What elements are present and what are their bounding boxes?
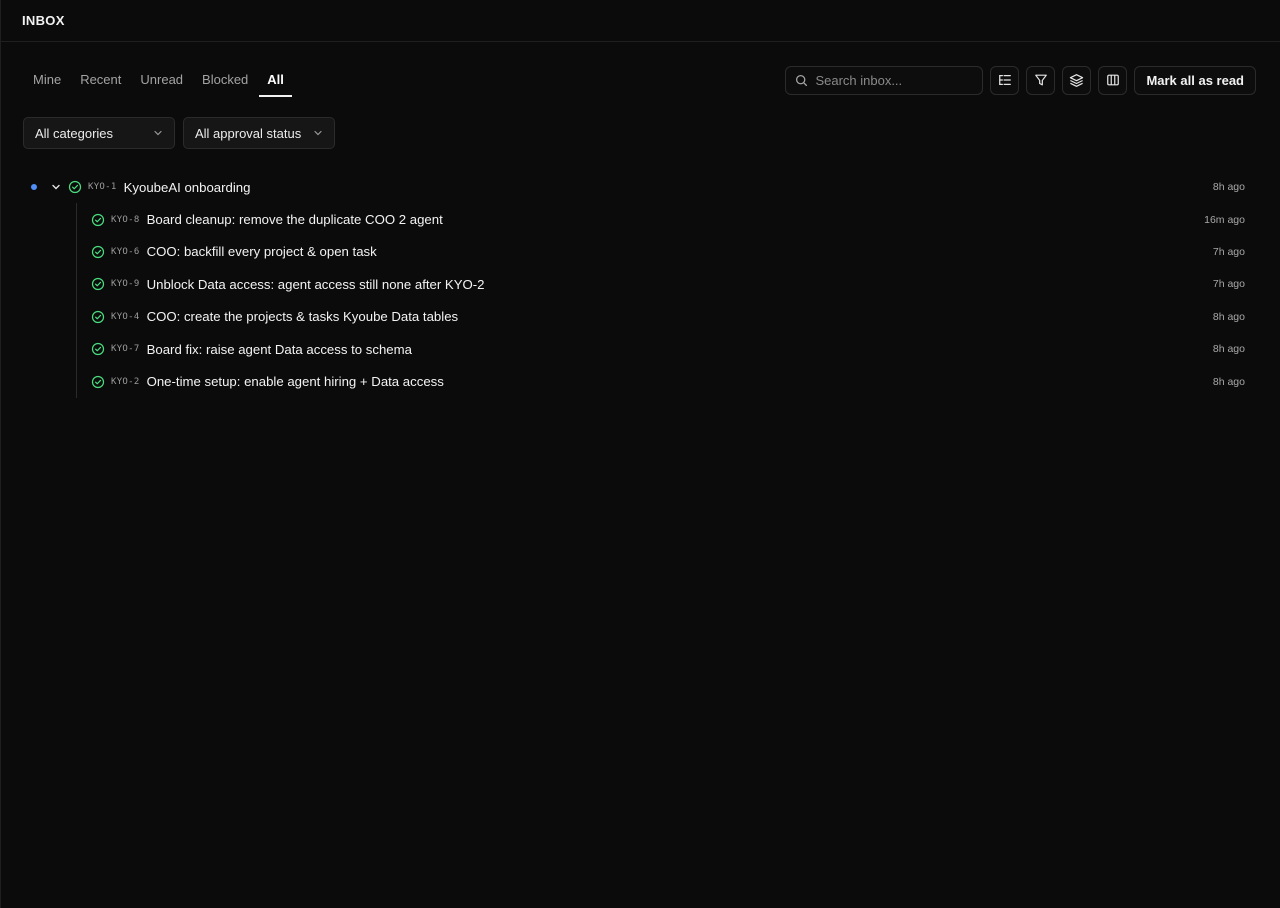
list-item[interactable]: KYO-4 COO: create the projects & tasks K…	[91, 301, 1245, 333]
filter-button[interactable]	[1026, 65, 1056, 95]
status-done-icon	[91, 375, 105, 389]
issue-id: KYO-2	[111, 376, 140, 387]
issue-title: COO: backfill every project & open task	[146, 244, 377, 260]
search-icon	[796, 74, 808, 86]
page-title: INBOX	[22, 13, 65, 28]
status-done-icon	[91, 342, 105, 356]
search-input[interactable]	[815, 72, 966, 88]
layers-button[interactable]	[1062, 65, 1092, 95]
timestamp: 7h ago	[1212, 245, 1245, 258]
list-item[interactable]: KYO-9 Unblock Data access: agent access …	[91, 268, 1245, 300]
tab-all[interactable]: All	[259, 63, 292, 97]
columns-icon	[1107, 74, 1119, 86]
issue-title: One-time setup: enable agent hiring + Da…	[146, 374, 444, 390]
issue-id: KYO-9	[111, 279, 140, 290]
status-done-icon	[68, 180, 82, 194]
timestamp: 8h ago	[1212, 181, 1245, 194]
issue-title: KyoubeAI onboarding	[123, 179, 251, 195]
issue-title: Board cleanup: remove the duplicate COO …	[146, 212, 443, 228]
collapse-toggle[interactable]	[51, 182, 61, 192]
list-item[interactable]: KYO-6 COO: backfill every project & open…	[91, 236, 1245, 268]
category-select[interactable]: All categories	[23, 117, 175, 149]
list-item-parent[interactable]: KYO-1 KyoubeAI onboarding 8h ago	[23, 171, 1245, 203]
mark-all-read-button[interactable]: Mark all as read	[1134, 65, 1256, 95]
toolbar: Mine Recent Unread Blocked All Search in…	[22, 62, 1256, 98]
status-done-icon	[91, 310, 105, 324]
tab-bar: Mine Recent Unread Blocked All	[22, 62, 295, 98]
issue-title: Unblock Data access: agent access still …	[146, 276, 485, 292]
approval-select-value: All approval status	[195, 125, 302, 141]
toolbar-actions: Mark all as read	[785, 65, 1256, 95]
tab-mine[interactable]: Mine	[22, 63, 69, 97]
tab-unread[interactable]: Unread	[132, 63, 191, 97]
unread-dot	[31, 184, 37, 191]
chevron-down-icon	[314, 130, 322, 136]
issue-id: KYO-6	[111, 246, 140, 257]
timestamp: 16m ago	[1204, 213, 1245, 226]
status-done-icon	[91, 213, 105, 227]
tab-recent[interactable]: Recent	[72, 63, 129, 97]
tab-blocked[interactable]: Blocked	[194, 63, 256, 97]
issue-id: KYO-7	[111, 344, 140, 355]
list-item[interactable]: KYO-2 One-time setup: enable agent hirin…	[91, 365, 1245, 397]
issue-title: Board fix: raise agent Data access to sc…	[146, 341, 412, 357]
category-select-value: All categories	[35, 125, 114, 141]
search-box[interactable]	[785, 65, 984, 95]
status-done-icon	[91, 245, 105, 259]
chevron-down-icon	[154, 130, 162, 136]
status-done-icon	[91, 277, 105, 291]
issue-title: COO: create the projects & tasks Kyoube …	[146, 309, 459, 325]
list-tree-icon	[999, 75, 1011, 85]
filter-icon	[1035, 74, 1047, 86]
list-item[interactable]: KYO-7 Board fix: raise agent Data access…	[91, 333, 1245, 365]
columns-button[interactable]	[1098, 65, 1128, 95]
list-item[interactable]: KYO-8 Board cleanup: remove the duplicat…	[91, 203, 1245, 235]
approval-status-select[interactable]: All approval status	[183, 117, 335, 149]
timestamp: 8h ago	[1212, 310, 1245, 323]
timestamp: 7h ago	[1212, 278, 1245, 291]
issue-id: KYO-1	[88, 182, 117, 193]
header: INBOX	[1, 0, 1280, 42]
filter-bar: All categories All approval status	[23, 117, 335, 149]
issue-id: KYO-8	[111, 214, 140, 225]
inbox-list: KYO-1 KyoubeAI onboarding 8h ago KYO-8 B…	[23, 171, 1245, 398]
timestamp: 8h ago	[1212, 343, 1245, 356]
layers-icon	[1070, 73, 1084, 87]
timestamp: 8h ago	[1212, 375, 1245, 388]
list-view-button[interactable]	[990, 65, 1020, 95]
issue-id: KYO-4	[111, 311, 140, 322]
chevron-down-icon	[52, 184, 60, 190]
child-list: KYO-8 Board cleanup: remove the duplicat…	[76, 203, 1245, 398]
